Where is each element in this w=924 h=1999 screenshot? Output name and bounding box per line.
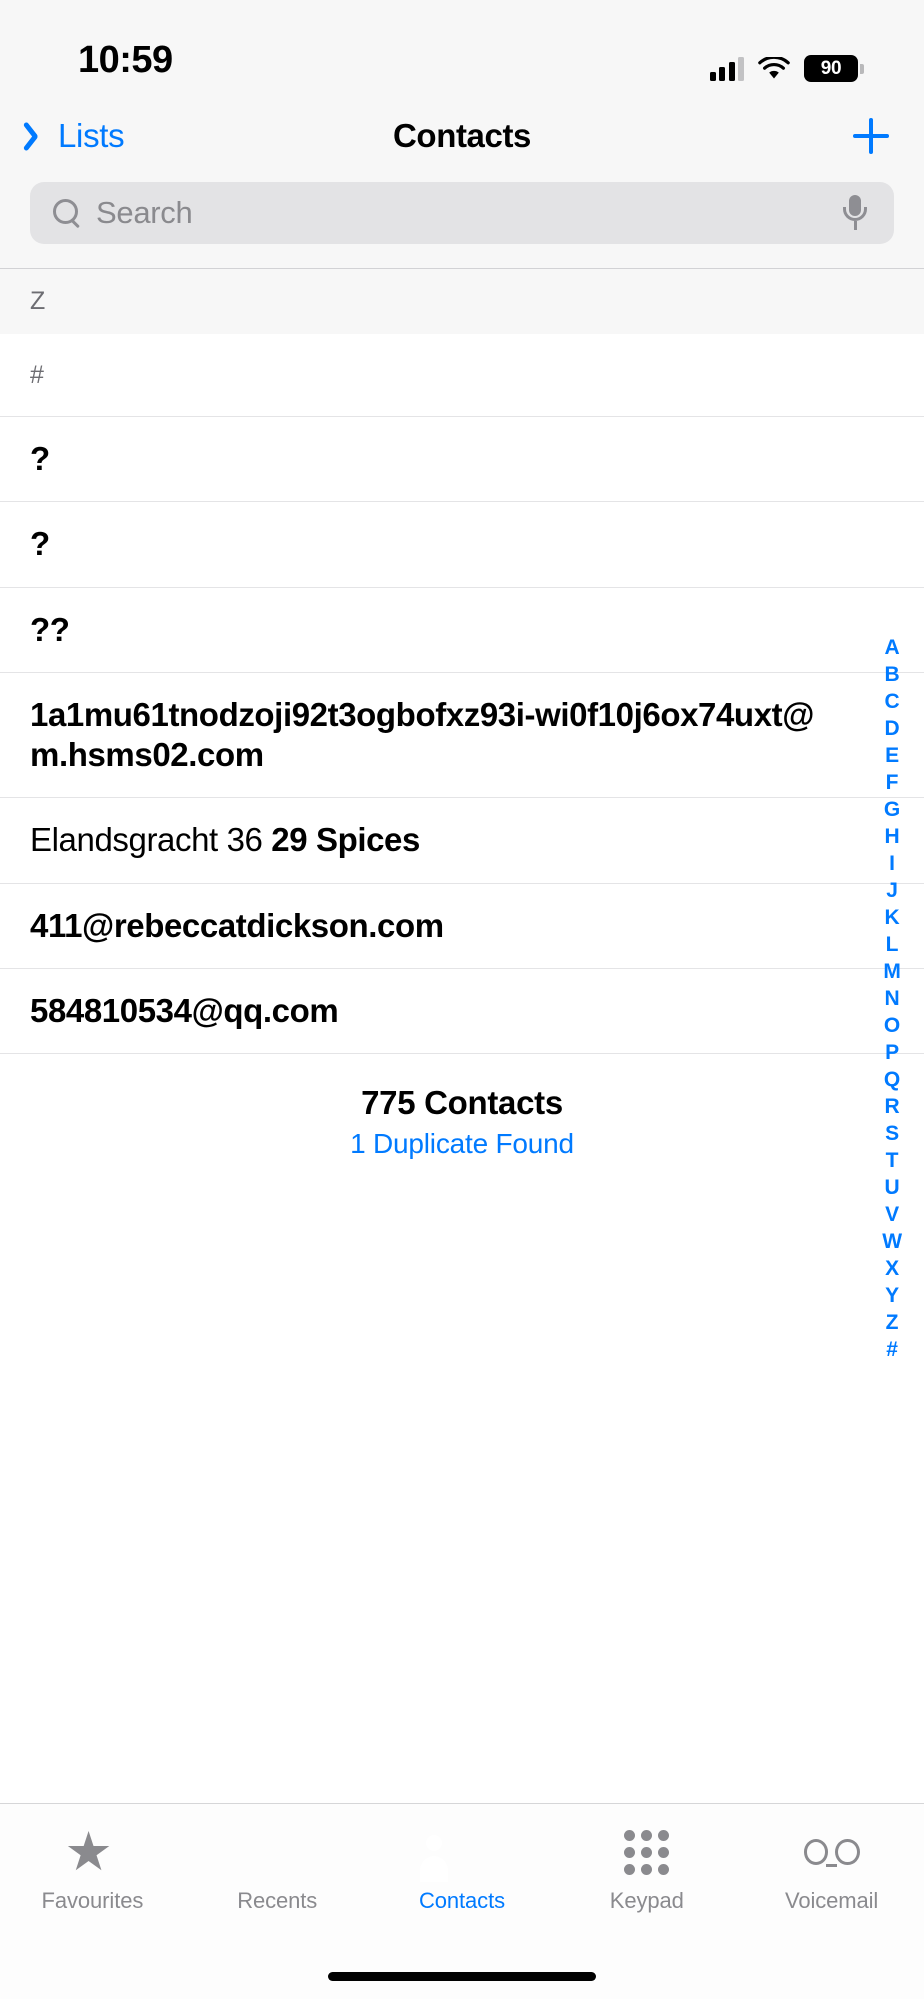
status-bar: 10:59 90 xyxy=(0,0,924,100)
contact-name: 411@rebeccatdickson.com xyxy=(30,906,444,944)
battery-icon: 90 xyxy=(804,55,864,82)
index-letter-q[interactable]: Q xyxy=(884,1066,900,1093)
index-letter-hash[interactable]: # xyxy=(886,1336,898,1363)
navigation-bar: Lists Contacts xyxy=(0,100,924,172)
sticky-section-letter: Z xyxy=(30,287,46,315)
index-letter-v[interactable]: V xyxy=(885,1201,899,1228)
index-letter-b[interactable]: B xyxy=(885,661,900,688)
tab-recents[interactable]: Recents xyxy=(185,1826,370,1914)
table-row[interactable]: 411@rebeccatdickson.com xyxy=(0,882,924,968)
index-letter-j[interactable]: J xyxy=(886,877,898,904)
contacts-screen: 10:59 90 Lists Contacts Search Z # ? ? ?… xyxy=(0,0,924,1999)
table-row[interactable]: Elandsgracht 36 29 Spices xyxy=(0,797,924,883)
contact-name: Elandsgracht 36 29 Spices xyxy=(30,820,420,860)
section-header-hash: # xyxy=(0,334,924,416)
contact-last-name: 29 Spices xyxy=(271,821,420,859)
index-letter-r[interactable]: R xyxy=(885,1093,900,1120)
index-letter-w[interactable]: W xyxy=(882,1228,902,1255)
battery-percent-label: 90 xyxy=(820,57,842,79)
voicemail-icon xyxy=(803,1826,860,1878)
back-button-label: Lists xyxy=(58,117,125,154)
contact-name: ?? xyxy=(30,610,70,648)
search-placeholder: Search xyxy=(96,195,193,230)
index-letter-g[interactable]: G xyxy=(884,796,900,823)
tab-keypad[interactable]: Keypad xyxy=(554,1826,739,1914)
home-indicator-area xyxy=(0,1953,924,1999)
tab-favourites[interactable]: ★ Favourites xyxy=(0,1822,185,1914)
keypad-icon xyxy=(619,1826,675,1878)
index-letter-c[interactable]: C xyxy=(885,688,900,715)
tab-favourites-label: Favourites xyxy=(41,1888,144,1913)
contact-name: 1a1mu61tnodzoji92t3ogbofxz93i-wi0f10j6ox… xyxy=(30,695,815,773)
add-contact-button[interactable] xyxy=(848,113,894,159)
cellular-signal-icon xyxy=(709,56,744,81)
tab-voicemail[interactable]: Voicemail xyxy=(739,1826,924,1914)
wifi-icon xyxy=(758,55,790,81)
table-row[interactable]: 1a1mu61tnodzoji92t3ogbofxz93i-wi0f10j6ox… xyxy=(0,671,924,798)
index-letter-k[interactable]: K xyxy=(885,904,900,931)
index-letter-o[interactable]: O xyxy=(884,1012,900,1039)
star-icon: ★ xyxy=(64,1822,113,1882)
table-row[interactable]: 584810534@qq.com xyxy=(0,967,924,1053)
table-row[interactable]: ? xyxy=(0,501,924,587)
home-indicator[interactable] xyxy=(328,1971,596,1981)
index-letter-e[interactable]: E xyxy=(885,742,899,769)
microphone-icon[interactable] xyxy=(842,195,868,231)
tab-recents-label: Recents xyxy=(237,1888,318,1913)
sticky-section-header: Z xyxy=(0,268,924,334)
index-letter-y[interactable]: Y xyxy=(885,1282,899,1309)
tab-keypad-label: Keypad xyxy=(609,1888,684,1913)
search-input[interactable]: Search xyxy=(30,182,894,244)
status-time: 10:59 xyxy=(78,39,173,81)
list-footer: 775 Contacts 1 Duplicate Found xyxy=(0,1053,924,1160)
tab-voicemail-label: Voicemail xyxy=(784,1888,879,1913)
person-circle-icon xyxy=(434,1826,490,1878)
index-letter-t[interactable]: T xyxy=(886,1147,899,1174)
contacts-list: # ? ? ?? 1a1mu61tnodzoji92t3ogbofxz93i-w… xyxy=(0,334,924,1803)
index-letter-p[interactable]: P xyxy=(885,1039,899,1066)
search-icon xyxy=(52,198,82,228)
tab-contacts-label: Contacts xyxy=(418,1888,505,1913)
clock-icon xyxy=(249,1826,305,1878)
contact-first-name: Elandsgracht 36 xyxy=(30,821,263,859)
index-letter-m[interactable]: M xyxy=(883,958,901,985)
index-letter-n[interactable]: N xyxy=(885,985,900,1012)
contact-name: 584810534@qq.com xyxy=(30,991,339,1029)
contact-name: ? xyxy=(30,440,50,477)
index-letter-u[interactable]: U xyxy=(885,1174,900,1201)
index-letter-f[interactable]: F xyxy=(886,769,899,796)
index-letter-i[interactable]: I xyxy=(889,850,895,877)
duplicates-found-link[interactable]: 1 Duplicate Found xyxy=(0,1128,924,1160)
search-area: Search xyxy=(0,172,924,268)
index-letter-l[interactable]: L xyxy=(886,931,899,958)
status-indicators: 90 xyxy=(709,55,864,82)
contacts-count-label: 775 Contacts xyxy=(361,1084,563,1121)
contact-name: ? xyxy=(30,525,50,563)
index-letter-a[interactable]: A xyxy=(885,634,900,661)
alphabet-index-rail[interactable]: A B C D E F G H I J K L M N O P Q R S T U V W X Y Z # xyxy=(870,634,914,1363)
index-letter-s[interactable]: S xyxy=(885,1120,899,1147)
index-letter-z[interactable]: Z xyxy=(886,1309,899,1336)
table-row[interactable]: ? xyxy=(0,416,924,502)
index-letter-h[interactable]: H xyxy=(885,823,900,850)
back-to-lists-button[interactable]: Lists xyxy=(30,117,125,155)
chevron-left-icon xyxy=(30,119,50,153)
table-row[interactable]: ?? xyxy=(0,586,924,672)
tab-bar: ★ Favourites Recents Contacts Keypad Voi… xyxy=(0,1803,924,1953)
page-title: Contacts xyxy=(393,117,531,154)
index-letter-x[interactable]: X xyxy=(885,1255,899,1282)
tab-contacts[interactable]: Contacts xyxy=(370,1826,555,1914)
index-letter-d[interactable]: D xyxy=(885,715,900,742)
section-label-text: # xyxy=(30,360,44,389)
